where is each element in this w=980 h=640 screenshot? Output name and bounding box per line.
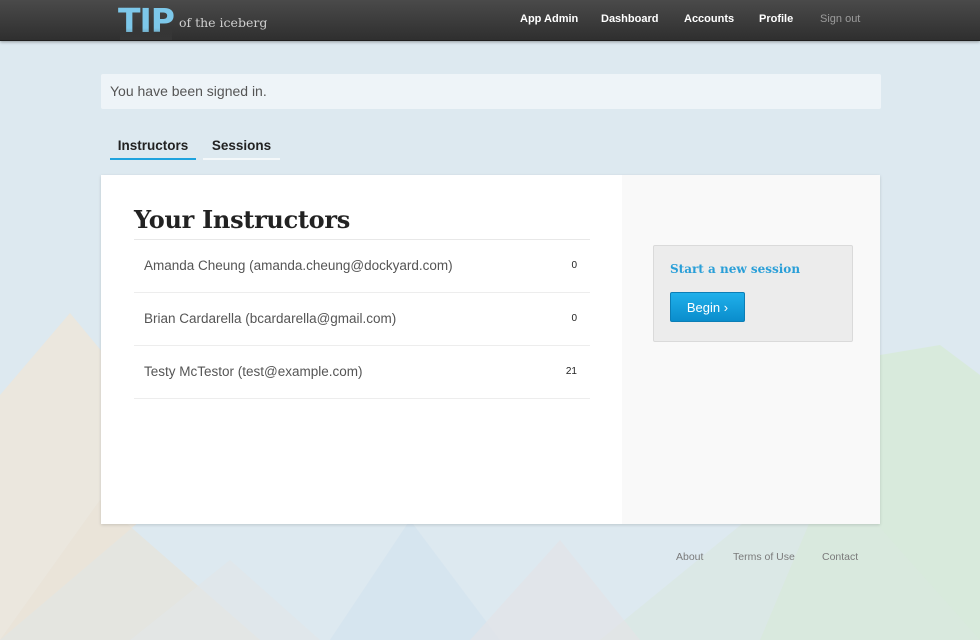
- instructor-count: 0: [571, 260, 577, 271]
- instructors-panel: Your Instructors Amanda Cheung (amanda.c…: [101, 175, 880, 524]
- nav-accounts[interactable]: Accounts: [684, 0, 734, 40]
- logo-mark: TIP: [118, 1, 175, 40]
- footer-contact-link[interactable]: Contact: [822, 551, 858, 563]
- nav-dashboard[interactable]: Dashboard: [601, 0, 658, 40]
- instructor-row[interactable]: Testy McTestor (test@example.com) 21: [134, 346, 590, 399]
- instructor-list: Amanda Cheung (amanda.cheung@dockyard.co…: [134, 239, 590, 399]
- tab-instructors[interactable]: Instructors: [110, 138, 196, 158]
- nav-sign-out[interactable]: Sign out: [820, 0, 860, 40]
- instructor-name: Brian Cardarella (bcardarella@gmail.com): [144, 311, 397, 326]
- nav-app-admin[interactable]: App Admin: [520, 0, 578, 40]
- nav-profile[interactable]: Profile: [759, 0, 793, 40]
- instructor-name: Testy McTestor (test@example.com): [144, 364, 363, 379]
- panel-sidebar: Start a new session Begin ›: [622, 175, 880, 524]
- tab-sessions[interactable]: Sessions: [203, 138, 280, 158]
- instructor-row[interactable]: Amanda Cheung (amanda.cheung@dockyard.co…: [134, 240, 590, 293]
- flash-message: You have been signed in.: [101, 74, 881, 109]
- page-title: Your Instructors: [134, 205, 350, 234]
- new-session-box: Start a new session Begin ›: [653, 245, 853, 342]
- app-logo[interactable]: TIP of the iceberg: [118, 2, 267, 40]
- logo-subtitle: of the iceberg: [178, 15, 268, 30]
- begin-session-button[interactable]: Begin ›: [670, 292, 745, 322]
- top-navbar: TIP of the iceberg App Admin Dashboard A…: [0, 0, 980, 41]
- tab-sessions-underline: [203, 158, 280, 160]
- footer-terms-link[interactable]: Terms of Use: [733, 551, 795, 563]
- new-session-title: Start a new session: [670, 262, 801, 276]
- instructor-count: 21: [565, 366, 577, 377]
- instructor-row[interactable]: Brian Cardarella (bcardarella@gmail.com)…: [134, 293, 590, 346]
- instructor-count: 0: [571, 313, 577, 324]
- instructor-name: Amanda Cheung (amanda.cheung@dockyard.co…: [144, 258, 453, 273]
- footer-about-link[interactable]: About: [676, 551, 703, 563]
- tab-instructors-underline: [110, 158, 196, 160]
